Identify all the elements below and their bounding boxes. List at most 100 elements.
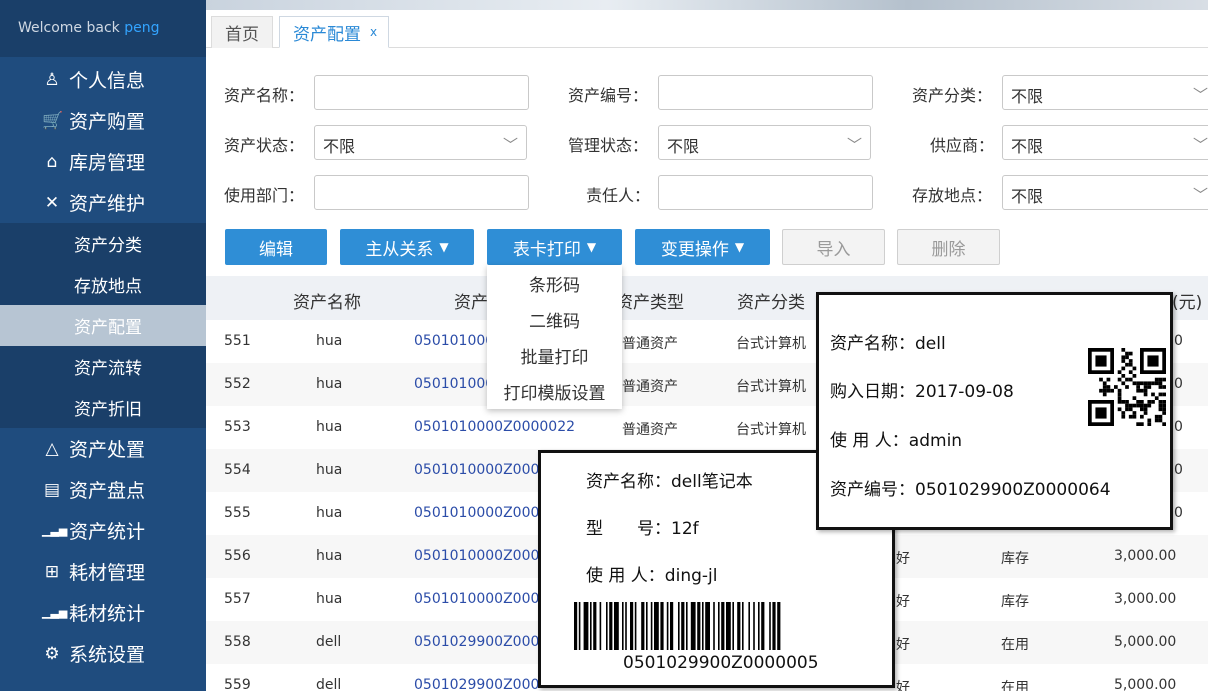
sidebar-subitem-4[interactable]: 资产折旧 — [0, 387, 206, 428]
qr-module — [1088, 400, 1114, 404]
supplier-value: 不限 — [1011, 137, 1044, 156]
qr-module — [1102, 385, 1107, 389]
sidebar-item-items21[interactable]: ▤ 资产盘点 — [0, 469, 206, 510]
sidebar-subitem-2[interactable]: 资产配置 — [0, 305, 206, 346]
qr-module — [1158, 407, 1163, 412]
sidebar-item-items3[interactable]: ✕ 资产维护 — [0, 182, 206, 223]
asset-category-select[interactable]: 不限 ﹀ — [1002, 75, 1208, 110]
barcode-bar — [660, 602, 664, 650]
caret-down-icon: ▼ — [734, 240, 745, 254]
qr-module — [1125, 400, 1129, 404]
qr-module — [1128, 377, 1133, 382]
tab-asset-config[interactable]: 资产配置 x — [279, 16, 389, 48]
qr-module — [1121, 348, 1126, 352]
qr-module — [1151, 400, 1155, 404]
asset-status-select[interactable]: 不限 ﹀ — [314, 125, 527, 160]
barcode-bar — [718, 602, 720, 650]
caret-down-icon: ▼ — [439, 240, 449, 254]
cell-asset-code[interactable]: 0501029900Z000 — [414, 634, 539, 650]
sidebar-item-items24[interactable]: ▁▃▅ 耗材统计 — [0, 592, 206, 633]
close-icon[interactable]: x — [370, 25, 377, 39]
sidebar-item-items2[interactable]: ⌂ 库房管理 — [0, 141, 206, 182]
qr-module — [1147, 403, 1152, 408]
sidebar-subitem-0[interactable]: 资产分类 — [0, 223, 206, 264]
sidebar-subitem-3[interactable]: 资产流转 — [0, 346, 206, 387]
department-input[interactable] — [314, 175, 529, 210]
cell-asset-name: hua — [316, 376, 343, 392]
sidebar-item-label: 库房管理 — [69, 152, 146, 174]
cell-asset-code[interactable]: 050101000 — [414, 333, 494, 349]
menu-item-batch-print[interactable]: 批量打印 — [487, 337, 622, 373]
sidebar-subitem-1[interactable]: 存放地点 — [0, 264, 206, 305]
edit-button[interactable]: 编辑 — [225, 229, 327, 265]
cell-asset-code[interactable]: 0501010000Z0000022 — [414, 419, 575, 435]
row-number: 556 — [224, 548, 251, 564]
cell-asset-code[interactable]: 050101000 — [414, 376, 494, 392]
qr-module — [1095, 355, 1107, 367]
barcode-bar — [590, 602, 592, 650]
row-number: 554 — [224, 462, 251, 478]
cell-asset-code[interactable]: 0501010000Z000 — [414, 548, 539, 564]
qr-module — [1147, 385, 1152, 389]
qr-module — [1114, 385, 1118, 389]
qr-module — [1132, 396, 1137, 400]
qr-module — [1128, 414, 1133, 419]
cell-usage-status: 在用 — [1001, 680, 1029, 691]
cell-asset-type: 普通资产 — [622, 379, 678, 395]
supplier-select[interactable]: 不限 ﹀ — [1002, 125, 1208, 160]
import-button[interactable]: 导入 — [782, 229, 885, 265]
cell-asset-code[interactable]: 0501010000Z000 — [414, 505, 539, 521]
barcode-bar — [769, 602, 771, 650]
card-print-button[interactable]: 表卡打印 ▼ — [487, 229, 622, 265]
barcode-card-model: 型 号：12f — [586, 519, 699, 539]
qr-module — [1151, 392, 1155, 397]
app-root: Welcome back peng ♙ 个人信息 🛒 资产购置 ⌂ 库房管理 ✕ 资产维护 资… — [0, 0, 1208, 691]
asset-status-value: 不限 — [323, 137, 356, 156]
barcode-bar — [697, 602, 701, 650]
manage-status-select[interactable]: 不限 ﹀ — [658, 125, 871, 160]
tab-home[interactable]: 首页 — [211, 16, 273, 48]
sidebar-item-items20[interactable]: △ 资产处置 — [0, 428, 206, 469]
qr-module — [1132, 414, 1137, 419]
qr-module — [1154, 377, 1159, 382]
qr-module — [1154, 414, 1159, 419]
qr-module — [1099, 377, 1103, 382]
sidebar-item-items0[interactable]: ♙ 个人信息 — [0, 59, 206, 100]
grid-icon: ⊞ — [44, 561, 60, 582]
cell-asset-code[interactable]: 0501010000Z000 — [414, 462, 539, 478]
tab-bar: 首页 资产配置 x — [206, 10, 1208, 48]
barcode-bar — [630, 602, 634, 650]
qr-module — [1110, 388, 1114, 393]
menu-item-template-settings[interactable]: 打印模版设置 — [487, 373, 622, 409]
qr-module — [1128, 370, 1133, 374]
qr-module — [1121, 355, 1126, 360]
qr-module — [1143, 407, 1148, 412]
delete-button[interactable]: 删除 — [897, 229, 1000, 265]
qr-card-code: 资产编号：0501029900Z0000064 — [830, 480, 1111, 500]
location-select[interactable]: 不限 ﹀ — [1002, 175, 1208, 210]
qr-module — [1117, 377, 1122, 382]
sidebar-item-items23[interactable]: ⊞ 耗材管理 — [0, 551, 206, 592]
qr-module — [1136, 385, 1140, 389]
sidebar-item-items22[interactable]: ▁▃▅ 资产统计 — [0, 510, 206, 551]
owner-input[interactable] — [658, 175, 873, 210]
menu-item-qrcode[interactable]: 二维码 — [487, 301, 622, 337]
relation-button[interactable]: 主从关系 ▼ — [340, 229, 474, 265]
cell-asset-name: dell — [316, 634, 342, 650]
sidebar-item-items1[interactable]: 🛒 资产购置 — [0, 100, 206, 141]
menu-item-barcode[interactable]: 条形码 — [487, 265, 622, 301]
barcode-bar — [753, 602, 755, 650]
qr-module — [1102, 388, 1107, 393]
change-ops-button[interactable]: 变更操作 ▼ — [635, 229, 770, 265]
qr-module — [1106, 385, 1111, 389]
barcode-bar — [678, 602, 680, 650]
asset-status-label: 资产状态： — [224, 136, 305, 155]
sidebar-item-items25[interactable]: ⚙ 系统设置 — [0, 633, 206, 674]
bar-chart-icon: ▁▃▅ — [42, 524, 68, 537]
qr-module — [1128, 351, 1133, 356]
qr-module — [1117, 388, 1122, 393]
asset-name-input[interactable] — [314, 75, 529, 110]
cell-asset-code[interactable]: 0501029900Z000 — [414, 677, 539, 691]
asset-code-input[interactable] — [658, 75, 873, 110]
cell-asset-code[interactable]: 0501010000Z000 — [414, 591, 539, 607]
